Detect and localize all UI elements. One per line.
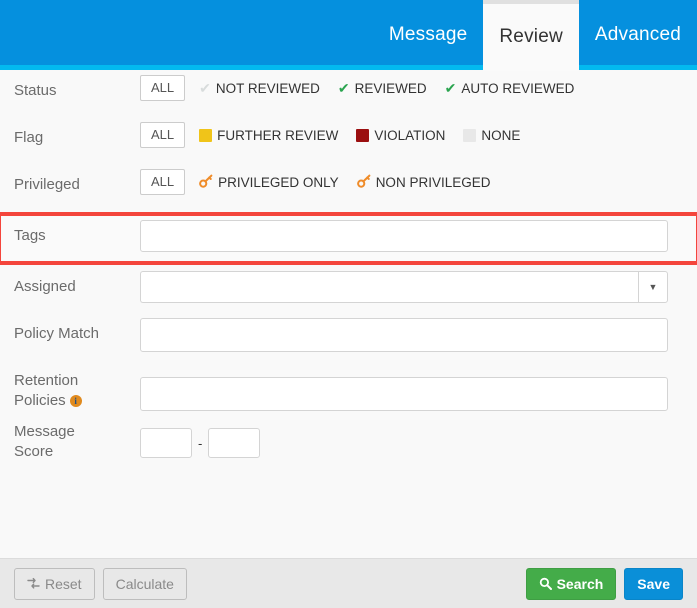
check-icon: ✔ bbox=[338, 81, 350, 95]
tab-bar: Message Review Advanced bbox=[0, 0, 697, 70]
key-icon bbox=[199, 174, 213, 191]
retention-policies-label: Retention Policies i bbox=[14, 360, 140, 411]
search-button[interactable]: Search bbox=[526, 568, 617, 600]
policy-match-label: Policy Match bbox=[14, 313, 140, 344]
refresh-icon bbox=[27, 577, 40, 590]
status-label: Status bbox=[14, 70, 140, 101]
assigned-input[interactable] bbox=[140, 271, 638, 303]
check-icon: ✔ bbox=[445, 81, 457, 95]
privileged-label: Privileged bbox=[14, 164, 140, 195]
calculate-button[interactable]: Calculate bbox=[103, 568, 187, 600]
status-option-auto-reviewed[interactable]: ✔ AUTO REVIEWED bbox=[445, 81, 575, 96]
flag-option-none[interactable]: NONE bbox=[463, 128, 520, 143]
row-flag: Flag ALL FURTHER REVIEW VIOLATION NONE bbox=[0, 117, 697, 164]
tags-field bbox=[140, 215, 683, 252]
message-score-field: - bbox=[140, 411, 683, 458]
reset-button-label: Reset bbox=[45, 575, 82, 593]
search-button-label: Search bbox=[557, 575, 604, 593]
message-score-label: Message Score bbox=[14, 411, 140, 462]
row-assigned: Assigned ▼ bbox=[0, 266, 697, 313]
row-status: Status ALL ✔ NOT REVIEWED ✔ REVIEWED ✔ A… bbox=[0, 70, 697, 117]
privileged-all-button[interactable]: ALL bbox=[140, 169, 185, 195]
flag-options: ALL FURTHER REVIEW VIOLATION NONE bbox=[140, 117, 683, 148]
save-button[interactable]: Save bbox=[624, 568, 683, 600]
tags-input[interactable] bbox=[140, 220, 668, 252]
search-icon bbox=[539, 577, 552, 590]
status-option-not-reviewed[interactable]: ✔ NOT REVIEWED bbox=[199, 81, 320, 96]
assigned-field: ▼ bbox=[140, 266, 683, 303]
tab-review-label: Review bbox=[499, 26, 563, 48]
tags-label: Tags bbox=[14, 215, 140, 246]
message-score-max-input[interactable] bbox=[208, 428, 260, 458]
message-score-label-line1: Message bbox=[14, 423, 75, 440]
filter-form: Status ALL ✔ NOT REVIEWED ✔ REVIEWED ✔ A… bbox=[0, 70, 697, 558]
color-swatch-icon bbox=[463, 129, 476, 142]
search-filter-panel: Message Review Advanced Status ALL ✔ NOT… bbox=[0, 0, 697, 608]
reset-button[interactable]: Reset bbox=[14, 568, 95, 600]
flag-label: Flag bbox=[14, 117, 140, 148]
retention-policies-field bbox=[140, 360, 683, 411]
row-privileged: Privileged ALL PRIVILEGED ONLY bbox=[0, 164, 697, 211]
color-swatch-icon bbox=[356, 129, 369, 142]
message-score-label-line2: Score bbox=[14, 443, 53, 460]
message-score-min-input[interactable] bbox=[140, 428, 192, 458]
chevron-down-icon[interactable]: ▼ bbox=[638, 271, 668, 303]
tab-message[interactable]: Message bbox=[373, 0, 484, 70]
status-options: ALL ✔ NOT REVIEWED ✔ REVIEWED ✔ AUTO REV… bbox=[140, 70, 683, 101]
retention-policies-label-line2: Policies bbox=[14, 392, 66, 409]
retention-policies-label-line1: Retention bbox=[14, 372, 78, 389]
message-score-separator: - bbox=[198, 436, 202, 451]
privileged-option-non-privileged-label: NON PRIVILEGED bbox=[376, 175, 491, 190]
status-all-button[interactable]: ALL bbox=[140, 75, 185, 101]
check-icon: ✔ bbox=[199, 81, 211, 95]
tab-review[interactable]: Review bbox=[483, 0, 579, 70]
tab-advanced-label: Advanced bbox=[595, 24, 681, 46]
flag-all-button[interactable]: ALL bbox=[140, 122, 185, 148]
retention-policies-input[interactable] bbox=[140, 377, 668, 411]
row-message-score: Message Score - bbox=[0, 411, 697, 462]
flag-option-further-review[interactable]: FURTHER REVIEW bbox=[199, 128, 338, 143]
privileged-option-non-privileged[interactable]: NON PRIVILEGED bbox=[357, 174, 491, 191]
policy-match-field bbox=[140, 313, 683, 352]
status-option-reviewed-label: REVIEWED bbox=[355, 81, 427, 96]
save-button-label: Save bbox=[637, 575, 670, 593]
privileged-option-privileged-only[interactable]: PRIVILEGED ONLY bbox=[199, 174, 339, 191]
key-icon bbox=[357, 174, 371, 191]
flag-option-none-label: NONE bbox=[481, 128, 520, 143]
status-option-auto-reviewed-label: AUTO REVIEWED bbox=[461, 81, 574, 96]
privileged-option-privileged-only-label: PRIVILEGED ONLY bbox=[218, 175, 339, 190]
flag-option-violation-label: VIOLATION bbox=[374, 128, 445, 143]
policy-match-input[interactable] bbox=[140, 318, 668, 352]
action-bar: Reset Calculate Search Save bbox=[0, 558, 697, 608]
status-option-reviewed[interactable]: ✔ REVIEWED bbox=[338, 81, 427, 96]
tab-message-label: Message bbox=[389, 24, 468, 46]
calculate-button-label: Calculate bbox=[116, 575, 174, 593]
tab-advanced[interactable]: Advanced bbox=[579, 0, 697, 70]
color-swatch-icon bbox=[199, 129, 212, 142]
status-option-not-reviewed-label: NOT REVIEWED bbox=[216, 81, 320, 96]
row-policy-match: Policy Match bbox=[0, 313, 697, 360]
flag-option-violation[interactable]: VIOLATION bbox=[356, 128, 445, 143]
row-retention-policies: Retention Policies i bbox=[0, 360, 697, 411]
assigned-select[interactable]: ▼ bbox=[140, 271, 668, 303]
assigned-label: Assigned bbox=[14, 266, 140, 297]
privileged-options: ALL PRIVILEGED ONLY bbox=[140, 164, 683, 195]
row-tags: Tags bbox=[0, 215, 697, 262]
info-icon[interactable]: i bbox=[70, 395, 82, 407]
flag-option-further-review-label: FURTHER REVIEW bbox=[217, 128, 338, 143]
